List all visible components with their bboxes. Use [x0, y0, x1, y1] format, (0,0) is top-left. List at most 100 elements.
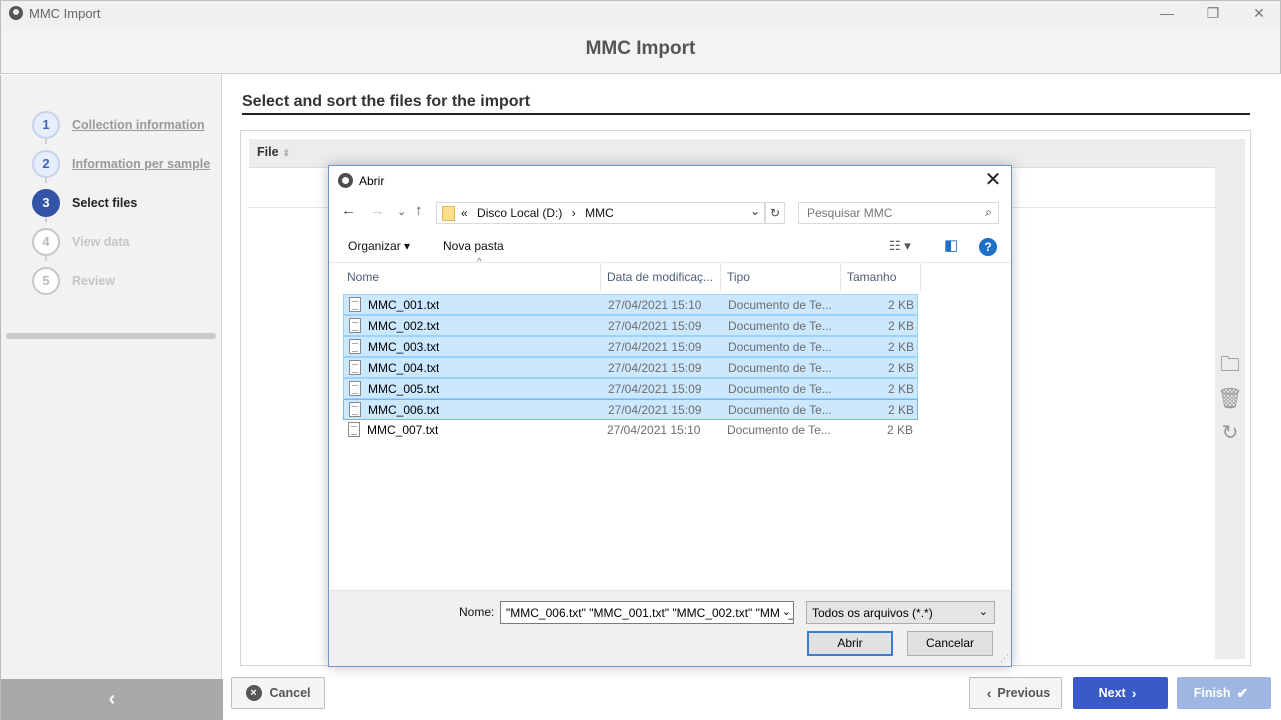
search-placeholder: Pesquisar MMC [807, 206, 893, 220]
step-label[interactable]: Information per sample [72, 157, 210, 171]
file-row[interactable]: MMC_003.txt 27/04/2021 15:09 Documento d… [343, 336, 918, 357]
file-size: 2 KB [887, 403, 914, 417]
refresh-icon[interactable]: ↻ [765, 202, 785, 224]
trash-icon[interactable]: 🗑 [1217, 384, 1243, 418]
file-size: 2 KB [887, 382, 914, 396]
close-window-button[interactable]: ✕ [1236, 1, 1281, 27]
step-label[interactable]: Collection information [72, 118, 205, 132]
column-type[interactable]: Tipo [721, 263, 841, 291]
step-number: 2 [32, 149, 60, 178]
cancel-button[interactable]: × Cancel [231, 677, 325, 709]
column-name[interactable]: Nome ^ [341, 257, 601, 291]
file-name: MMC_006.txt [368, 403, 440, 417]
file-name: MMC_001.txt [368, 298, 440, 312]
text-file-icon [349, 318, 361, 333]
add-folder-icon[interactable]: 🗀 [1217, 350, 1243, 384]
breadcrumb-overflow[interactable]: « [461, 206, 468, 220]
breadcrumb: « Disco Local (D:) › MMC [461, 206, 620, 220]
file-date: 27/04/2021 15:09 [608, 361, 702, 375]
file-row[interactable]: MMC_005.txt 27/04/2021 15:09 Documento d… [343, 378, 918, 399]
chevron-down-icon: ⌄ [978, 606, 988, 618]
file-row[interactable]: MMC_002.txt 27/04/2021 15:09 Documento d… [343, 315, 918, 336]
file-type: Documento de Te... [728, 403, 832, 417]
dialog-cancel-button[interactable]: Cancelar [907, 631, 993, 656]
view-options-icon[interactable]: ☷ ▾ [889, 238, 911, 254]
previous-button[interactable]: ‹ Previous [969, 677, 1062, 709]
dialog-title: Abrir [359, 174, 385, 188]
filename-value: "MMC_006.txt" "MMC_001.txt" "MMC_002.txt… [506, 606, 793, 620]
column-size[interactable]: Tamanho [841, 263, 921, 291]
file-type-select[interactable]: Todos os arquivos (*.*) ⌄ [806, 601, 995, 624]
search-icon: ⌕ [985, 205, 992, 219]
organize-menu[interactable]: Organizar ▾ [348, 239, 410, 253]
resize-grip-icon[interactable]: ⋰ [1000, 653, 1009, 664]
sidebar-scrollbar[interactable] [6, 333, 216, 339]
file-name: MMC_003.txt [368, 340, 440, 354]
preview-pane-icon[interactable]: ◧ [944, 236, 958, 254]
file-date: 27/04/2021 15:10 [608, 298, 702, 312]
chevron-right-icon: › [1131, 685, 1137, 701]
chevron-left-icon: ‹ [986, 685, 992, 701]
column-name-label: Nome [347, 270, 380, 284]
reload-icon[interactable]: ↻ [1217, 418, 1243, 452]
app-icon [9, 6, 23, 20]
up-arrow-icon[interactable]: ↑ [415, 202, 423, 219]
filename-input[interactable]: "MMC_006.txt" "MMC_001.txt" "MMC_002.txt… [500, 601, 794, 624]
file-row[interactable]: MMC_007.txt 27/04/2021 15:10 Documento d… [343, 420, 918, 441]
recent-locations-icon[interactable]: ⌄ [397, 205, 406, 218]
check-icon: ✔ [1236, 684, 1249, 701]
file-type: Documento de Te... [728, 361, 832, 375]
file-row[interactable]: MMC_006.txt 27/04/2021 15:09 Documento d… [343, 399, 918, 420]
dialog-close-button[interactable]: ✕ [981, 169, 1005, 193]
chevron-down-icon[interactable]: ⌄ [750, 204, 760, 218]
search-input[interactable]: Pesquisar MMC ⌕ [798, 202, 999, 224]
file-row[interactable]: MMC_001.txt 27/04/2021 15:10 Documento d… [343, 294, 918, 315]
file-type-value: Todos os arquivos (*.*) [812, 606, 933, 620]
step-collection-information[interactable]: 1 Collection information [32, 105, 210, 144]
step-information-per-sample[interactable]: 2 Information per sample [32, 144, 210, 183]
step-number: 1 [32, 110, 60, 139]
chevron-down-icon[interactable]: ⌄ [778, 605, 791, 618]
step-label: View data [72, 234, 130, 249]
file-list: Nome ^ Data de modificaç... Tipo Tamanho… [329, 257, 1011, 592]
next-button[interactable]: Next › [1073, 677, 1168, 709]
file-type: Documento de Te... [727, 423, 831, 437]
file-row[interactable]: MMC_004.txt 27/04/2021 15:09 Documento d… [343, 357, 918, 378]
file-name: MMC_004.txt [368, 361, 440, 375]
page-title: MMC Import [585, 38, 696, 59]
cancel-label: Cancel [269, 686, 311, 700]
finish-button[interactable]: Finish ✔ [1177, 677, 1271, 709]
back-arrow-icon[interactable]: ← [341, 202, 356, 219]
address-bar[interactable]: « Disco Local (D:) › MMC ⌄ [436, 202, 765, 224]
finish-label: Finish [1193, 686, 1231, 700]
breadcrumb-folder[interactable]: MMC [585, 206, 614, 220]
file-name: MMC_005.txt [368, 382, 440, 396]
step-select-files: 3 Select files [32, 183, 210, 222]
next-label: Next [1098, 686, 1126, 700]
file-type: Documento de Te... [728, 382, 832, 396]
wizard-header: MMC Import [0, 26, 1281, 74]
minimize-button[interactable]: — [1144, 1, 1190, 27]
filename-label: Nome: [459, 605, 495, 619]
restore-button[interactable]: ❐ [1190, 1, 1236, 27]
folder-icon [442, 206, 455, 221]
collapse-sidebar-button[interactable]: ‹ [1, 679, 223, 720]
new-folder-button[interactable]: Nova pasta [443, 239, 504, 253]
file-column-header[interactable]: File ⇕ [249, 139, 1215, 168]
text-file-icon [348, 422, 360, 437]
column-date[interactable]: Data de modificaç... [601, 263, 721, 291]
file-type: Documento de Te... [728, 340, 832, 354]
text-file-icon [349, 339, 361, 354]
text-file-icon [349, 297, 361, 312]
step-view-data: 4 View data [32, 222, 210, 261]
open-button[interactable]: Abrir [807, 631, 893, 656]
forward-arrow-icon[interactable]: → [370, 202, 385, 219]
file-tools: 🗀 🗑 ↻ [1217, 350, 1243, 452]
dialog-navbar: ← → ⌄ ↑ « Disco Local (D:) › MMC ⌄ ↻ Pes… [329, 200, 1011, 226]
breadcrumb-drive[interactable]: Disco Local (D:) [477, 206, 562, 220]
file-size: 2 KB [887, 340, 914, 354]
help-icon[interactable]: ? [979, 238, 997, 256]
step-number: 3 [32, 188, 60, 217]
file-type: Documento de Te... [728, 319, 832, 333]
text-file-icon [349, 381, 361, 396]
